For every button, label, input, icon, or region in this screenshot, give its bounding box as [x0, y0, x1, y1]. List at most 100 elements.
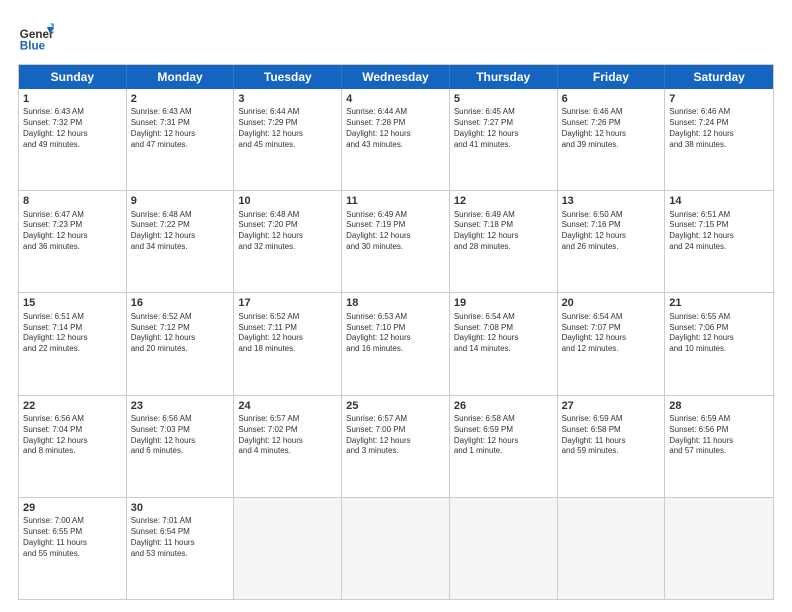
cell-date-number: 17	[238, 296, 337, 310]
calendar-cell	[234, 498, 342, 599]
cell-info: Sunrise: 6:45 AM Sunset: 7:27 PM Dayligh…	[454, 107, 553, 150]
calendar-cell: 30Sunrise: 7:01 AM Sunset: 6:54 PM Dayli…	[127, 498, 235, 599]
cell-info: Sunrise: 6:43 AM Sunset: 7:31 PM Dayligh…	[131, 107, 230, 150]
cell-date-number: 27	[562, 399, 661, 413]
cell-info: Sunrise: 7:00 AM Sunset: 6:55 PM Dayligh…	[23, 516, 122, 559]
cell-info: Sunrise: 6:57 AM Sunset: 7:00 PM Dayligh…	[346, 414, 445, 457]
calendar: SundayMondayTuesdayWednesdayThursdayFrid…	[18, 64, 774, 600]
cell-info: Sunrise: 6:49 AM Sunset: 7:19 PM Dayligh…	[346, 210, 445, 253]
day-header-thursday: Thursday	[450, 65, 558, 89]
calendar-cell: 22Sunrise: 6:56 AM Sunset: 7:04 PM Dayli…	[19, 396, 127, 497]
calendar-row-2: 8 Sunrise: 6:47 AM Sunset: 7:23 PM Daylig…	[19, 191, 773, 293]
cell-date-number: 25	[346, 399, 445, 413]
cell-info: Sunrise: 6:48 AM Sunset: 7:20 PM Dayligh…	[238, 210, 337, 253]
cell-info: Sunrise: 6:59 AM Sunset: 6:56 PM Dayligh…	[669, 414, 769, 457]
cell-info: Sunrise: 6:55 AM Sunset: 7:06 PM Dayligh…	[669, 312, 769, 355]
day-header-saturday: Saturday	[665, 65, 773, 89]
cell-date-number: 1	[23, 92, 122, 106]
cell-date-number: 22	[23, 399, 122, 413]
cell-info: Sunrise: 6:54 AM Sunset: 7:07 PM Dayligh…	[562, 312, 661, 355]
cell-date-number: 10	[238, 194, 337, 208]
calendar-cell: 11 Sunrise: 6:49 AM Sunset: 7:19 PM Dayli…	[342, 191, 450, 292]
cell-info: Sunrise: 6:46 AM Sunset: 7:26 PM Dayligh…	[562, 107, 661, 150]
logo: General Blue	[18, 18, 54, 54]
calendar-row-3: 15 Sunrise: 6:51 AM Sunset: 7:14 PM Dayli…	[19, 293, 773, 395]
calendar-cell	[558, 498, 666, 599]
calendar-cell: 12 Sunrise: 6:49 AM Sunset: 7:18 PM Dayli…	[450, 191, 558, 292]
cell-info: Sunrise: 6:46 AM Sunset: 7:24 PM Dayligh…	[669, 107, 769, 150]
cell-info: Sunrise: 7:01 AM Sunset: 6:54 PM Dayligh…	[131, 516, 230, 559]
day-header-friday: Friday	[558, 65, 666, 89]
calendar-cell: 4Sunrise: 6:44 AM Sunset: 7:28 PM Daylig…	[342, 89, 450, 190]
calendar-cell: 26Sunrise: 6:58 AM Sunset: 6:59 PM Dayli…	[450, 396, 558, 497]
cell-date-number: 9	[131, 194, 230, 208]
cell-date-number: 12	[454, 194, 553, 208]
cell-date-number: 24	[238, 399, 337, 413]
calendar-cell: 1Sunrise: 6:43 AM Sunset: 7:32 PM Daylig…	[19, 89, 127, 190]
calendar-cell: 7Sunrise: 6:46 AM Sunset: 7:24 PM Daylig…	[665, 89, 773, 190]
cell-info: Sunrise: 6:58 AM Sunset: 6:59 PM Dayligh…	[454, 414, 553, 457]
calendar-cell: 10 Sunrise: 6:48 AM Sunset: 7:20 PM Dayli…	[234, 191, 342, 292]
cell-date-number: 4	[346, 92, 445, 106]
cell-info: Sunrise: 6:48 AM Sunset: 7:22 PM Dayligh…	[131, 210, 230, 253]
cell-info: Sunrise: 6:56 AM Sunset: 7:03 PM Dayligh…	[131, 414, 230, 457]
cell-info: Sunrise: 6:44 AM Sunset: 7:28 PM Dayligh…	[346, 107, 445, 150]
calendar-cell: 27Sunrise: 6:59 AM Sunset: 6:58 PM Dayli…	[558, 396, 666, 497]
cell-info: Sunrise: 6:44 AM Sunset: 7:29 PM Dayligh…	[238, 107, 337, 150]
cell-info: Sunrise: 6:47 AM Sunset: 7:23 PM Dayligh…	[23, 210, 122, 253]
logo-icon: General Blue	[18, 18, 54, 54]
cell-date-number: 7	[669, 92, 769, 106]
calendar-cell: 24Sunrise: 6:57 AM Sunset: 7:02 PM Dayli…	[234, 396, 342, 497]
cell-date-number: 26	[454, 399, 553, 413]
calendar-row-5: 29Sunrise: 7:00 AM Sunset: 6:55 PM Dayli…	[19, 498, 773, 599]
cell-date-number: 2	[131, 92, 230, 106]
cell-date-number: 23	[131, 399, 230, 413]
calendar-cell: 8 Sunrise: 6:47 AM Sunset: 7:23 PM Daylig…	[19, 191, 127, 292]
calendar-cell	[665, 498, 773, 599]
calendar-header: SundayMondayTuesdayWednesdayThursdayFrid…	[19, 65, 773, 89]
cell-info: Sunrise: 6:49 AM Sunset: 7:18 PM Dayligh…	[454, 210, 553, 253]
cell-date-number: 30	[131, 501, 230, 515]
day-header-monday: Monday	[127, 65, 235, 89]
cell-info: Sunrise: 6:43 AM Sunset: 7:32 PM Dayligh…	[23, 107, 122, 150]
calendar-cell: 5Sunrise: 6:45 AM Sunset: 7:27 PM Daylig…	[450, 89, 558, 190]
calendar-cell: 18 Sunrise: 6:53 AM Sunset: 7:10 PM Dayli…	[342, 293, 450, 394]
calendar-cell: 25Sunrise: 6:57 AM Sunset: 7:00 PM Dayli…	[342, 396, 450, 497]
cell-date-number: 19	[454, 296, 553, 310]
calendar-cell: 17Sunrise: 6:52 AM Sunset: 7:11 PM Dayli…	[234, 293, 342, 394]
cell-date-number: 13	[562, 194, 661, 208]
calendar-cell: 13 Sunrise: 6:50 AM Sunset: 7:16 PM Dayli…	[558, 191, 666, 292]
cell-date-number: 6	[562, 92, 661, 106]
cell-info: Sunrise: 6:54 AM Sunset: 7:08 PM Dayligh…	[454, 312, 553, 355]
cell-date-number: 16	[131, 296, 230, 310]
calendar-cell: 29Sunrise: 7:00 AM Sunset: 6:55 PM Dayli…	[19, 498, 127, 599]
calendar-body: 1Sunrise: 6:43 AM Sunset: 7:32 PM Daylig…	[19, 89, 773, 599]
day-header-tuesday: Tuesday	[234, 65, 342, 89]
calendar-cell: 21 Sunrise: 6:55 AM Sunset: 7:06 PM Dayli…	[665, 293, 773, 394]
cell-info: Sunrise: 6:51 AM Sunset: 7:14 PM Dayligh…	[23, 312, 122, 355]
calendar-cell: 23Sunrise: 6:56 AM Sunset: 7:03 PM Dayli…	[127, 396, 235, 497]
cell-date-number: 5	[454, 92, 553, 106]
cell-date-number: 14	[669, 194, 769, 208]
day-header-sunday: Sunday	[19, 65, 127, 89]
cell-date-number: 29	[23, 501, 122, 515]
cell-date-number: 3	[238, 92, 337, 106]
calendar-cell: 14Sunrise: 6:51 AM Sunset: 7:15 PM Dayli…	[665, 191, 773, 292]
cell-date-number: 20	[562, 296, 661, 310]
cell-date-number: 21	[669, 296, 769, 310]
day-header-wednesday: Wednesday	[342, 65, 450, 89]
cell-date-number: 11	[346, 194, 445, 208]
cell-info: Sunrise: 6:53 AM Sunset: 7:10 PM Dayligh…	[346, 312, 445, 355]
cell-date-number: 15	[23, 296, 122, 310]
cell-info: Sunrise: 6:50 AM Sunset: 7:16 PM Dayligh…	[562, 210, 661, 253]
cell-info: Sunrise: 6:57 AM Sunset: 7:02 PM Dayligh…	[238, 414, 337, 457]
cell-info: Sunrise: 6:52 AM Sunset: 7:12 PM Dayligh…	[131, 312, 230, 355]
cell-date-number: 18	[346, 296, 445, 310]
calendar-cell: 15 Sunrise: 6:51 AM Sunset: 7:14 PM Dayli…	[19, 293, 127, 394]
calendar-cell: 16 Sunrise: 6:52 AM Sunset: 7:12 PM Dayli…	[127, 293, 235, 394]
calendar-cell	[342, 498, 450, 599]
cell-date-number: 8	[23, 194, 122, 208]
calendar-cell: 20 Sunrise: 6:54 AM Sunset: 7:07 PM Dayli…	[558, 293, 666, 394]
calendar-cell: 2Sunrise: 6:43 AM Sunset: 7:31 PM Daylig…	[127, 89, 235, 190]
svg-text:Blue: Blue	[20, 40, 46, 53]
